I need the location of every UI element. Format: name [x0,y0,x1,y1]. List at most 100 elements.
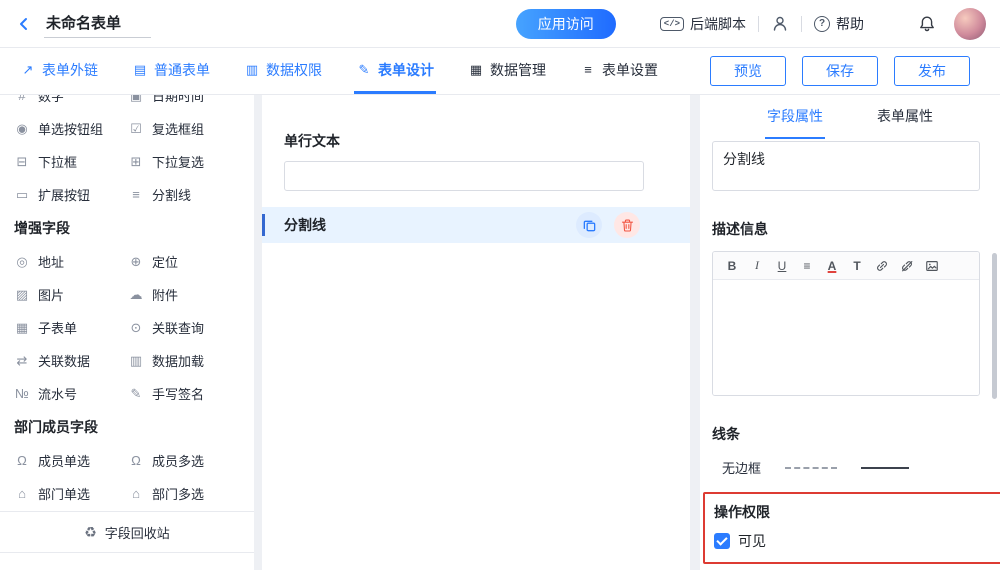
tab-form-properties[interactable]: 表单属性 [875,95,935,139]
field-item-label: 日期时间 [152,95,204,105]
visible-checkbox-row[interactable]: 可见 [714,531,1000,551]
avatar[interactable] [954,8,986,40]
data-grid-icon: ▦ [468,62,484,78]
pen-form-icon: ✎ [356,62,372,78]
text-field-block[interactable]: 单行文本 [262,131,690,191]
back-icon[interactable] [16,16,32,32]
tab-data-permission[interactable]: ▥ 数据权限 [242,48,324,94]
field-item-serial-number[interactable]: № 流水号 [14,377,128,410]
divider-field-label: 分割线 [284,215,326,235]
field-item-extend-button[interactable]: ▭ 扩展按钮 [14,178,128,211]
panel-divider [690,95,700,570]
field-title-input[interactable]: 分割线 [712,141,980,191]
field-item-dropdown[interactable]: ⊟ 下拉框 [14,145,128,178]
form-canvas[interactable]: 单行文本 分割线 [262,95,690,570]
font-color-icon[interactable]: A [821,255,843,277]
save-button[interactable]: 保存 [802,56,878,86]
field-item-related-query[interactable]: ⊙ 关联查询 [128,311,254,344]
field-item-label: 子表单 [38,318,77,337]
field-item-member-multi[interactable]: Ω 成员多选 [128,444,254,477]
underline-icon[interactable]: U [771,255,793,277]
tab-label: 数据权限 [266,60,322,80]
field-recycle-bin[interactable]: ♻ 字段回收站 [0,511,254,553]
field-item-dept-multi[interactable]: ⌂ 部门多选 [128,477,254,510]
attachment-icon: ☁ [128,287,144,303]
visible-label: 可见 [738,531,766,551]
insert-image-icon[interactable] [921,255,943,277]
operation-permission-label: 操作权限 [714,502,1000,522]
field-item-member-single[interactable]: Ω 成员单选 [14,444,128,477]
field-item-label: 部门多选 [152,484,204,503]
description-label: 描述信息 [712,219,980,239]
toolbar: ↗ 表单外链 ▤ 普通表单 ▥ 数据权限 ✎ 表单设计 ▦ 数据管理 ≡ 表单设… [0,48,1000,95]
field-item-address[interactable]: ◎ 地址 [14,245,128,278]
field-item-label: 关联查询 [152,318,204,337]
tab-form-design[interactable]: ✎ 表单设计 [354,48,436,94]
extend-button-icon: ▭ [14,187,30,203]
checkbox-group-icon: ☑ [128,121,144,137]
italic-icon[interactable]: I [746,255,768,277]
delete-field-button[interactable] [614,212,640,238]
dropdown-icon: ⊟ [14,154,30,170]
contacts-icon[interactable] [771,15,789,32]
help-button[interactable]: ? 帮助 [814,14,864,34]
app-access-button[interactable]: 应用访问 [516,9,616,39]
publish-button[interactable]: 发布 [894,56,970,86]
divider-field-selected[interactable]: 分割线 [262,207,690,243]
line-option-solid[interactable] [861,467,909,469]
field-item-label: 附件 [152,285,178,304]
copy-field-button[interactable] [576,212,602,238]
field-item-location[interactable]: ⊕ 定位 [128,245,254,278]
field-item-related-data[interactable]: ⇄ 关联数据 [14,344,128,377]
field-item-subform[interactable]: ▦ 子表单 [14,311,128,344]
bell-icon[interactable] [918,15,936,32]
align-icon[interactable]: ≡ [796,255,818,277]
properties-panel: 字段属性 表单属性 分割线 描述信息 B I U ≡ A T [700,95,1000,570]
backend-script-button[interactable]: </> 后端脚本 [660,14,746,34]
field-item-label: 复选框组 [152,119,204,138]
field-item-label: 部门单选 [38,484,90,503]
field-item-dept-single[interactable]: ⌂ 部门单选 [14,477,128,510]
bold-icon[interactable]: B [721,255,743,277]
field-item-divider[interactable]: ≡ 分割线 [128,178,254,211]
checkbox-checked-icon[interactable] [714,533,730,549]
text-field-input[interactable] [284,161,644,191]
selection-accent-bar [262,214,265,236]
field-item-label: 下拉框 [38,152,77,171]
form-title[interactable]: 未命名表单 [44,10,151,38]
line-option-dashed[interactable] [785,467,837,469]
tab-normal-form[interactable]: ▤ 普通表单 [130,48,212,94]
field-item-label: 图片 [38,285,64,304]
link-icon[interactable] [871,255,893,277]
field-item-image[interactable]: ▨ 图片 [14,278,128,311]
field-item-data-load[interactable]: ▥ 数据加载 [128,344,254,377]
help-label: 帮助 [836,14,864,34]
editor-toolbar: B I U ≡ A T [713,252,979,280]
backend-script-label: 后端脚本 [690,14,746,34]
subform-icon: ▦ [14,320,30,336]
tab-data-management[interactable]: ▦ 数据管理 [466,48,548,94]
font-size-icon[interactable]: T [846,255,868,277]
field-item-attachment[interactable]: ☁ 附件 [128,278,254,311]
line-option-none[interactable]: 无边框 [722,458,761,477]
field-palette-scroll[interactable]: # 数字 ▣ 日期时间 ◉ 单选按钮组 ☑ 复选框组 ⊟ 下拉框 [0,95,254,511]
field-item-number[interactable]: # 数字 [14,95,128,112]
tab-label: 表单外链 [42,60,98,80]
recycle-icon: ♻ [84,524,97,541]
description-editarea[interactable] [713,280,979,395]
tab-label: 数据管理 [490,60,546,80]
field-item-checkbox-group[interactable]: ☑ 复选框组 [128,112,254,145]
field-item-label: 数据加载 [152,351,204,370]
tab-form-external-link[interactable]: ↗ 表单外链 [18,48,100,94]
address-icon: ◎ [14,254,30,270]
field-item-radio-group[interactable]: ◉ 单选按钮组 [14,112,128,145]
panel-scrollbar-thumb[interactable] [992,253,997,399]
tab-form-settings[interactable]: ≡ 表单设置 [578,48,660,94]
field-item-signature[interactable]: ✎ 手写签名 [128,377,254,410]
preview-button[interactable]: 预览 [710,56,786,86]
tab-field-properties[interactable]: 字段属性 [765,95,825,139]
field-item-datetime[interactable]: ▣ 日期时间 [128,95,254,112]
datetime-icon: ▣ [128,95,144,104]
field-item-dropdown-multi[interactable]: ⊞ 下拉复选 [128,145,254,178]
unlink-icon[interactable] [896,255,918,277]
